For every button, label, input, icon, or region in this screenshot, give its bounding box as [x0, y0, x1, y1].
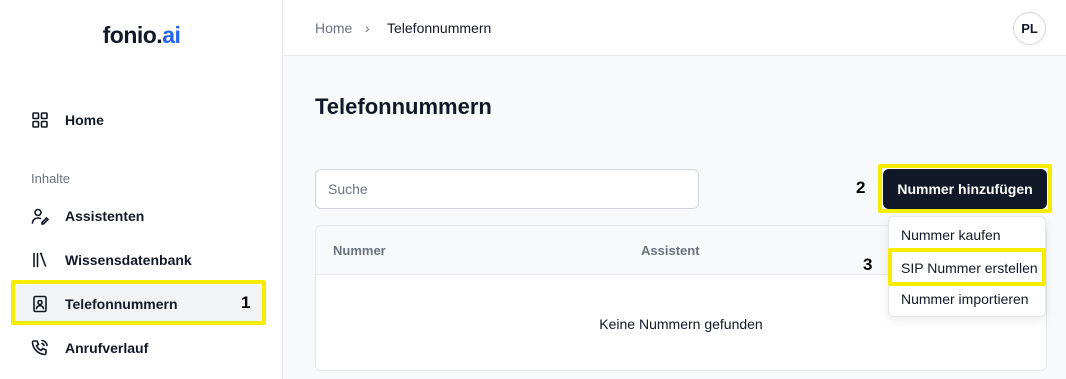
breadcrumb-home[interactable]: Home [315, 20, 352, 36]
add-number-menu: Nummer kaufen SIP Nummer erstellen Numme… [888, 216, 1046, 317]
phone-call-icon [30, 338, 50, 358]
sidebar-item-telefonnummern[interactable]: Telefonnummern [14, 285, 264, 323]
contact-book-icon [30, 294, 50, 314]
sidebar-item-label: Anrufverlauf [65, 340, 149, 356]
annotation-label-2: 2 [856, 178, 866, 197]
add-number-button[interactable]: Nummer hinzufügen [883, 169, 1047, 209]
page-title: Telefonnummern [315, 94, 492, 119]
sidebar-item-assistenten[interactable]: Assistenten [14, 197, 264, 235]
menu-item-create-sip-number[interactable]: SIP Nummer erstellen [889, 255, 1045, 281]
menu-item-import-number[interactable]: Nummer importieren [889, 286, 1045, 312]
sidebar-item-label: Assistenten [65, 208, 145, 224]
sidebar-item-wissensdatenbank[interactable]: Wissensdatenbank [14, 241, 264, 279]
annotation-label-3: 3 [863, 255, 873, 274]
column-header-assistent: Assistent [641, 243, 700, 258]
menu-item-buy-number[interactable]: Nummer kaufen [889, 222, 1045, 248]
column-header-nummer: Nummer [333, 243, 386, 258]
sidebar-item-label: Home [65, 112, 104, 128]
user-avatar[interactable]: PL [1013, 12, 1046, 45]
breadcrumb-current: Telefonnummern [387, 20, 492, 36]
library-icon [30, 250, 50, 270]
grid-icon [30, 110, 50, 130]
user-edit-icon [30, 206, 50, 226]
sidebar-item-anrufverlauf[interactable]: Anrufverlauf [14, 329, 264, 367]
breadcrumb-separator: › [365, 20, 370, 36]
sidebar-item-label: Telefonnummern [65, 296, 178, 312]
sidebar-item-home[interactable]: Home [14, 101, 264, 139]
sidebar: fonio.ai Home Inhalte Assistenten Wissen… [0, 0, 283, 379]
search-input[interactable] [315, 169, 699, 209]
sidebar-item-label: Wissensdatenbank [65, 252, 192, 268]
empty-state: Keine Nummern gefunden [599, 316, 763, 332]
section-label: Inhalte [31, 171, 71, 186]
annotation-label-1: 1 [241, 293, 251, 312]
app-logo[interactable]: fonio.ai [0, 22, 283, 49]
top-bar: Home › Telefonnummern PL [284, 0, 1066, 56]
